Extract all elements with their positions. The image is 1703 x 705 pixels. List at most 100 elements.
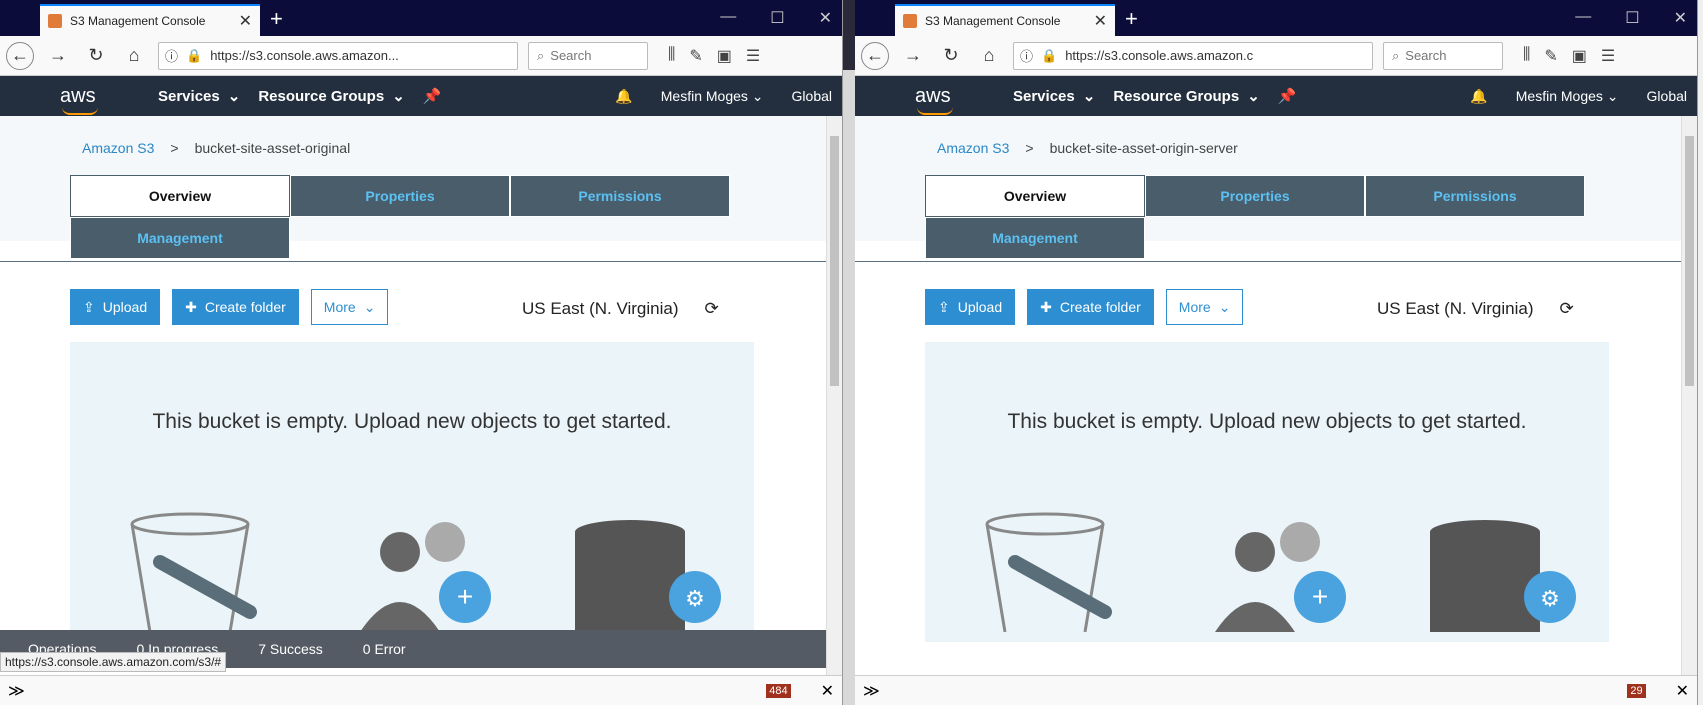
minimize-icon[interactable]: — (720, 8, 736, 28)
search-input[interactable]: ⌕ Search (528, 41, 648, 70)
main-content: Amazon S3 > bucket-site-asset-original O… (0, 116, 842, 705)
resource-groups-menu[interactable]: Resource Groups ⌄ (258, 87, 405, 106)
services-menu[interactable]: Services ⌄ (1013, 87, 1095, 106)
back-icon[interactable]: ← (6, 41, 34, 70)
tab-permissions[interactable]: Permissions (510, 175, 730, 217)
plus-icon: ✚ (1040, 298, 1052, 315)
toolbar-icons: ⫼ ✎ ▣ ☰ (668, 46, 760, 66)
region-menu[interactable]: Global (1647, 88, 1687, 104)
url-bar[interactable]: ⓘ 🔒 https://s3.console.aws.amazon... (158, 41, 518, 70)
tab-strip: S3 Management Console ✕ + — ☐ ✕ (0, 0, 842, 36)
window-controls: — ☐ ✕ (1575, 8, 1687, 28)
forward-icon[interactable]: → (44, 42, 72, 70)
lock-icon: 🔒 (1041, 47, 1058, 63)
upload-icon: ⇪ (938, 298, 950, 315)
expand-icon[interactable]: ≫ (863, 681, 880, 701)
close-window-icon[interactable]: ✕ (819, 8, 832, 28)
tab-overview[interactable]: Overview (70, 175, 290, 217)
window-gap (843, 0, 855, 705)
close-tab-icon[interactable]: ✕ (239, 11, 252, 31)
info-icon[interactable]: ⓘ (1020, 46, 1033, 65)
refresh-icon[interactable]: ⟳ (705, 299, 719, 319)
upload-button[interactable]: ⇪ Upload (70, 289, 161, 325)
minimize-icon[interactable]: — (1575, 8, 1591, 28)
notification-badge[interactable]: 484 (766, 683, 791, 698)
aws-logo[interactable]: aws (915, 85, 995, 115)
chevron-down-icon: ⌄ (1247, 88, 1260, 105)
more-button[interactable]: More ⌄ (1165, 289, 1244, 325)
new-tab-icon[interactable]: + (270, 6, 283, 32)
tab-properties[interactable]: Properties (290, 175, 510, 217)
breadcrumb-root[interactable]: Amazon S3 (937, 140, 1009, 156)
chevron-down-icon: ⌄ (227, 88, 241, 105)
tab-management[interactable]: Management (925, 217, 1145, 259)
forward-icon[interactable]: → (899, 42, 927, 70)
browser-window-left: S3 Management Console ✕ + — ☐ ✕ ← → ↻ ⌂ … (0, 0, 843, 705)
aws-logo[interactable]: aws (60, 85, 140, 115)
maximize-icon[interactable]: ☐ (770, 8, 784, 28)
close-tab-icon[interactable]: ✕ (1094, 11, 1107, 31)
user-menu[interactable]: Mesfin Moges ⌄ (1516, 88, 1619, 105)
more-button[interactable]: More ⌄ (310, 289, 389, 325)
resource-groups-menu[interactable]: Resource Groups ⌄ (1113, 87, 1260, 106)
close-window-icon[interactable]: ✕ (1674, 8, 1687, 28)
favicon-icon (903, 14, 917, 28)
sidebar-icon[interactable]: ▣ (1572, 46, 1587, 66)
bell-icon[interactable]: 🔔 (615, 88, 632, 105)
sidebar-icon[interactable]: ▣ (717, 46, 732, 66)
back-icon[interactable]: ← (861, 41, 889, 70)
divider (0, 261, 842, 262)
close-icon[interactable]: ✕ (1676, 681, 1689, 701)
url-text: https://s3.console.aws.amazon.c (1065, 48, 1254, 63)
upload-button[interactable]: ⇪ Upload (925, 289, 1016, 325)
plus-icon: ✚ (185, 298, 197, 315)
breadcrumb-root[interactable]: Amazon S3 (82, 140, 154, 156)
tab-overview[interactable]: Overview (925, 175, 1145, 217)
home-icon[interactable]: ⌂ (975, 42, 1003, 70)
refresh-icon[interactable]: ⟳ (1560, 299, 1574, 319)
region-menu[interactable]: Global (792, 88, 832, 104)
search-input[interactable]: ⌕ Search (1383, 41, 1503, 70)
divider (855, 261, 1697, 262)
svg-text:+: + (457, 581, 473, 612)
browser-tab[interactable]: S3 Management Console ✕ (40, 4, 260, 36)
reload-icon[interactable]: ↻ (82, 42, 110, 70)
menu-icon[interactable]: ☰ (1601, 46, 1615, 66)
url-bar[interactable]: ⓘ 🔒 https://s3.console.aws.amazon.c (1013, 41, 1373, 70)
nav-toolbar: ← → ↻ ⌂ ⓘ 🔒 https://s3.console.aws.amazo… (855, 36, 1697, 76)
tab-title: S3 Management Console (925, 14, 1061, 28)
bell-icon[interactable]: 🔔 (1470, 88, 1487, 105)
scrollbar[interactable] (826, 116, 842, 705)
region-label: US East (N. Virginia) ⟳ (522, 299, 719, 319)
eyedropper-icon[interactable]: ✎ (689, 46, 702, 66)
scrollbar[interactable] (1681, 116, 1697, 705)
create-folder-button[interactable]: ✚ Create folder (172, 289, 299, 325)
chevron-down-icon: ⌄ (392, 88, 405, 105)
services-menu[interactable]: Services ⌄ (158, 87, 241, 106)
pin-icon[interactable]: 📌 (1278, 87, 1297, 105)
pin-icon[interactable]: 📌 (423, 87, 442, 105)
info-icon[interactable]: ⓘ (165, 46, 178, 65)
browser-tab[interactable]: S3 Management Console ✕ (895, 4, 1115, 36)
close-icon[interactable]: ✕ (821, 681, 834, 701)
home-icon[interactable]: ⌂ (120, 42, 148, 70)
breadcrumb-separator: > (170, 140, 179, 156)
svg-text:⚙: ⚙ (1540, 586, 1560, 611)
create-folder-button[interactable]: ✚ Create folder (1027, 289, 1154, 325)
tab-management[interactable]: Management (70, 217, 290, 259)
maximize-icon[interactable]: ☐ (1625, 8, 1639, 28)
url-text: https://s3.console.aws.amazon... (210, 48, 399, 63)
expand-icon[interactable]: ≫ (8, 681, 25, 701)
tab-permissions[interactable]: Permissions (1365, 175, 1585, 217)
library-icon[interactable]: ⫼ (668, 46, 675, 66)
reload-icon[interactable]: ↻ (937, 42, 965, 70)
url-hint: https://s3.console.aws.amazon.com/s3/# (0, 652, 227, 672)
notification-badge[interactable]: 29 (1627, 683, 1646, 698)
menu-icon[interactable]: ☰ (746, 46, 760, 66)
new-tab-icon[interactable]: + (1125, 6, 1138, 32)
aws-nav: aws Services ⌄ Resource Groups ⌄ 📌 🔔 Mesfi… (0, 76, 842, 116)
tab-properties[interactable]: Properties (1145, 175, 1365, 217)
eyedropper-icon[interactable]: ✎ (1544, 46, 1557, 66)
user-menu[interactable]: Mesfin Moges ⌄ (661, 88, 764, 105)
library-icon[interactable]: ⫼ (1523, 46, 1530, 66)
